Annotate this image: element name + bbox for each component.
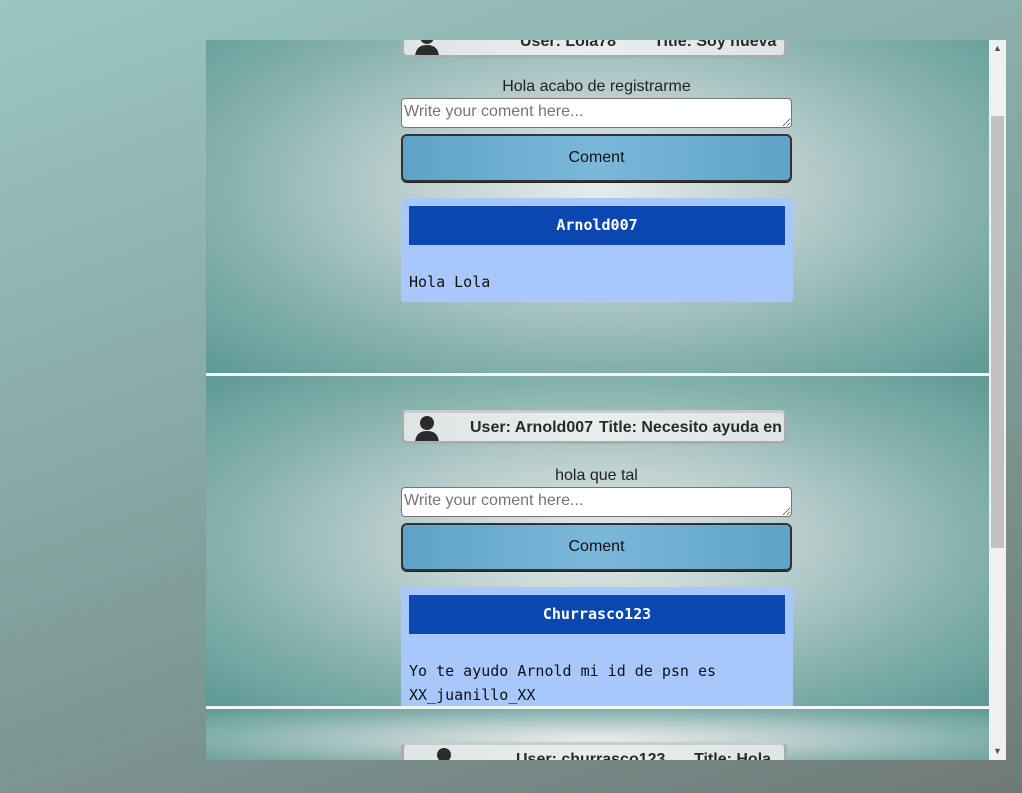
user-silhouette-icon [415,40,439,55]
post-title: Title: Soy nueva [654,40,776,51]
post-header: User: Arnold007 Title: Necesito ayuda en… [401,410,787,444]
post-body: Hola acabo de registrarme [502,78,691,95]
comment-input[interactable] [401,487,792,517]
comment-card: Arnold007 Hola Lola [401,198,793,302]
post-user: User: Lola78 [520,40,616,51]
comment-input[interactable] [401,98,792,128]
post-username: Lola78 [565,40,617,50]
post-card: User: Arnold007 Title: Necesito ayuda en… [206,376,989,715]
post-header: User: Lola78 Title: Soy nueva [401,40,787,58]
title-label: Title: [654,40,697,50]
scrollbar-thumb[interactable] [991,116,1004,548]
post-user: User: churrasco123 [516,751,665,760]
comment-author: Churrasco123 [409,595,785,634]
user-label: User: [516,751,562,760]
title-label: Title: [694,751,737,760]
user-label: User: [470,419,515,436]
post-card: User: churrasco123 Title: Hola [206,709,989,760]
post-header: User: churrasco123 Title: Hola [401,742,787,760]
post-username: Arnold007 [514,419,594,436]
post-username: churrasco123 [561,751,666,760]
coment-button[interactable]: Coment [401,523,792,571]
user-silhouette-icon [437,748,451,760]
browser-viewport: User: Lola78 Title: Soy nueva Hola acabo… [206,40,1006,760]
comment-text: Yo te ayudo Arnold mi id de psn es XX_ju… [409,662,717,704]
vertical-scrollbar[interactable]: ▲ ▼ [989,40,1006,760]
comment-card: Churrasco123 Yo te ayudo Arnold mi id de… [401,587,793,715]
coment-button[interactable]: Coment [401,134,792,182]
user-label: User: [520,40,566,50]
posts-feed: User: Lola78 Title: Soy nueva Hola acabo… [206,40,989,760]
post-title: Title: Necesito ayuda en x [599,419,787,437]
arrow-up-icon[interactable]: ▲ [989,40,1006,57]
user-silhouette-icon [415,416,439,441]
post-title-text: Hola [736,751,772,760]
post-user: User: Arnold007 [470,419,593,437]
arrow-down-icon[interactable]: ▼ [989,743,1006,760]
post-title-text: Necesito ayuda en x [641,419,787,436]
comment-author: Arnold007 [409,206,785,245]
post-title: Title: Hola [694,751,771,760]
title-label: Title: [599,419,642,436]
post-card: User: Lola78 Title: Soy nueva Hola acabo… [206,40,989,373]
post-title-text: Soy nueva [696,40,777,50]
post-body: hola que tal [555,467,638,484]
comment-text: Hola Lola [409,273,491,291]
